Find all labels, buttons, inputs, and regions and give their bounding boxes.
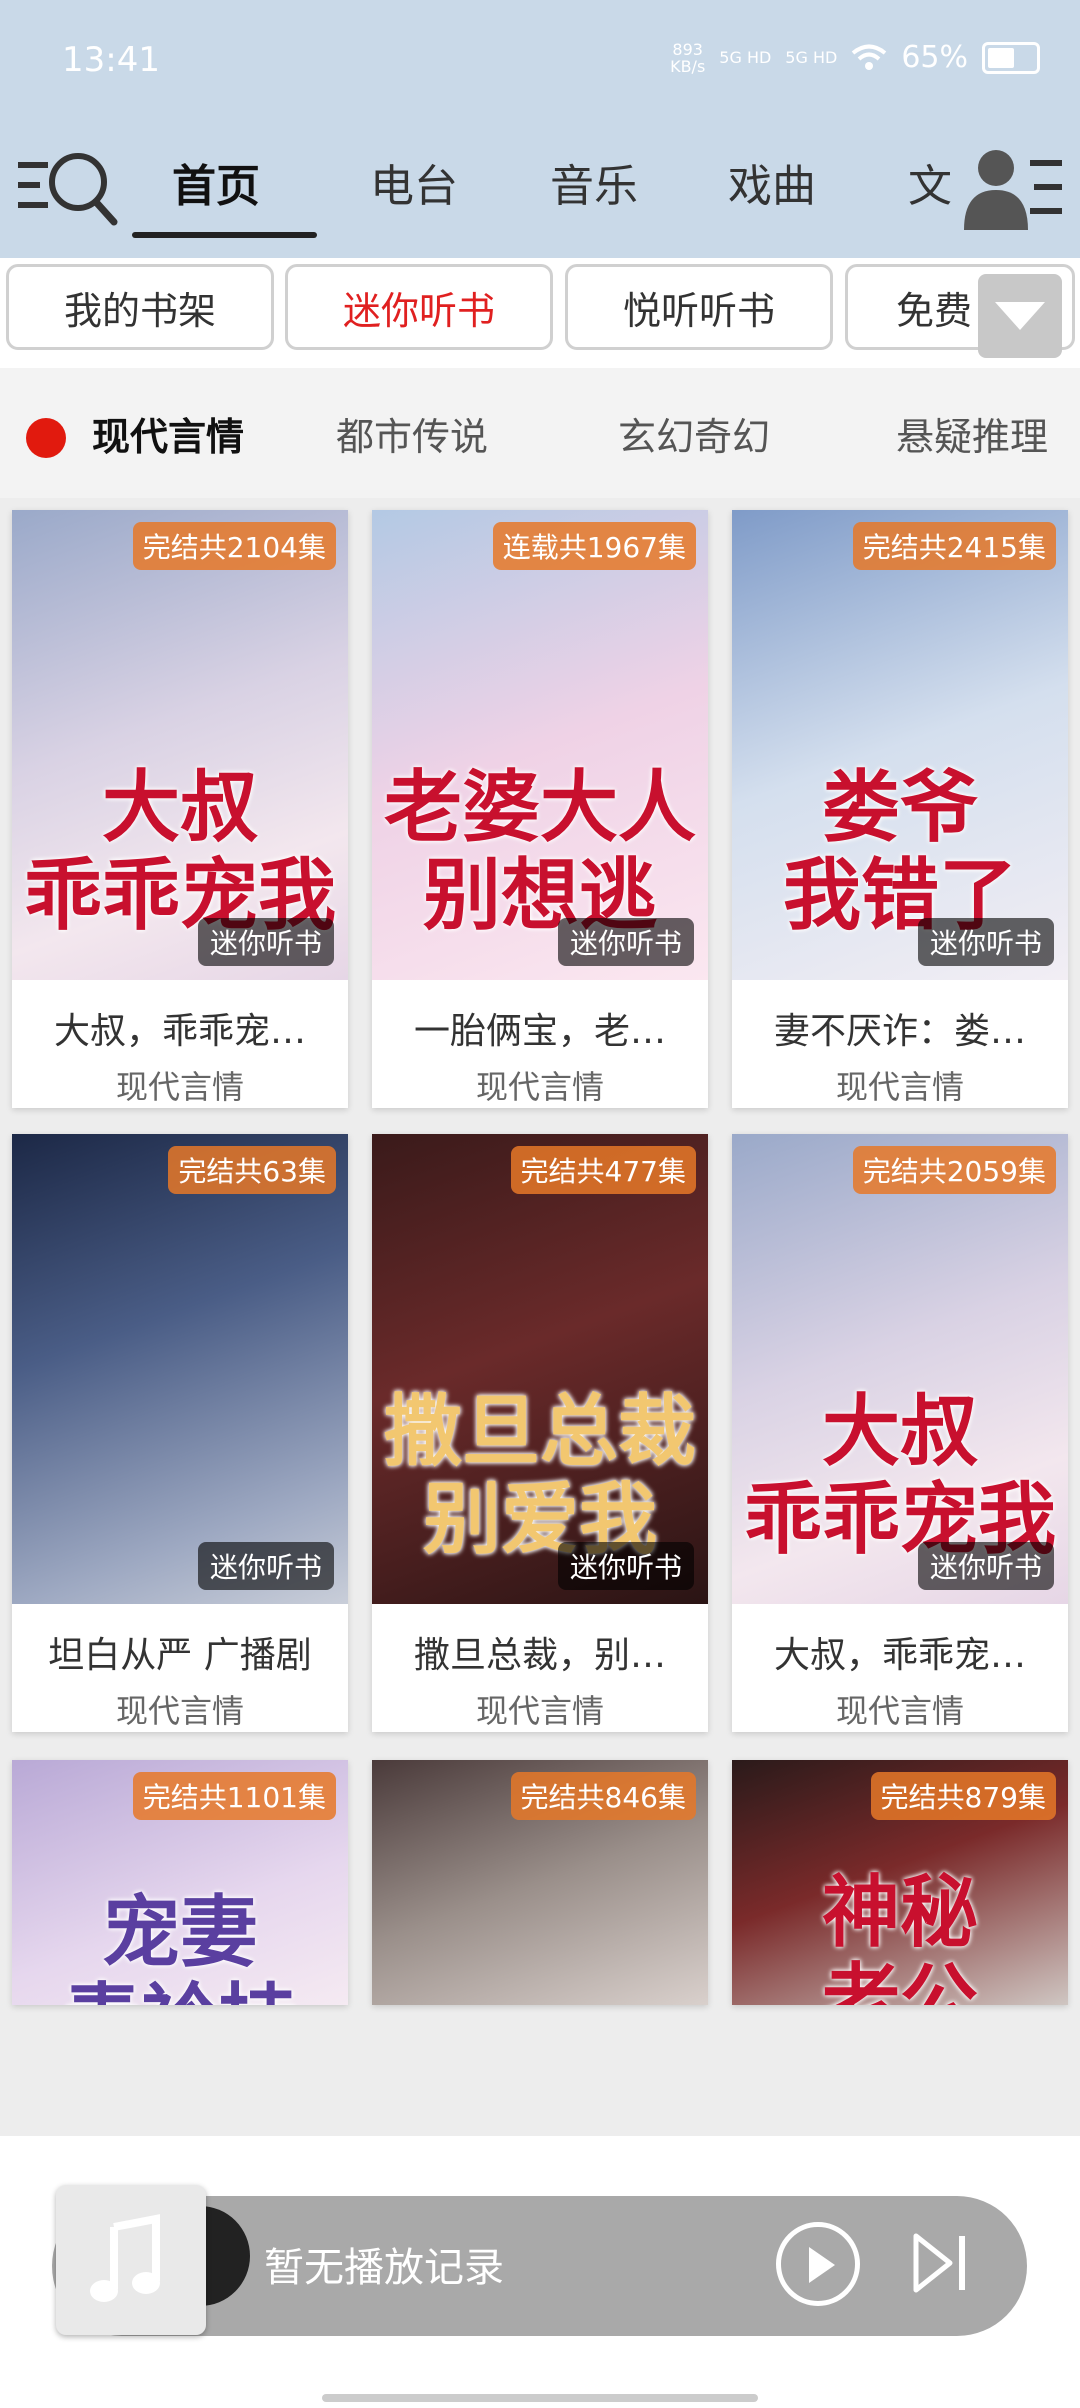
- book-card[interactable]: 老婆大人 别想逃 连载共1967集 迷你听书 一胎俩宝，老… 现代言情: [372, 510, 708, 1108]
- book-title: 坦白从严 广播剧: [48, 1635, 312, 1676]
- book-cover: 撒旦总裁 别爱我 完结共477集 迷你听书: [372, 1134, 708, 1604]
- home-indicator: [322, 2394, 758, 2402]
- book-title: 妻不厌诈：娄…: [773, 1011, 1026, 1052]
- book-cover: 大叔 乖乖宠我 完结共2059集 迷你听书: [732, 1134, 1068, 1604]
- book-genre: 现代言情: [835, 1692, 964, 1730]
- book-genre: 现代言情: [115, 1692, 244, 1730]
- chevron-down-icon[interactable]: [978, 274, 1062, 358]
- category-fantasy[interactable]: 玄幻奇幻: [618, 406, 770, 461]
- source-badge: 迷你听书: [917, 918, 1054, 966]
- battery-percent: 65%: [901, 40, 968, 75]
- tab-literature[interactable]: 文: [908, 150, 952, 214]
- cover-title: 娄爷 我错了: [782, 762, 1017, 941]
- cover-title: 撒旦总裁 别爱我: [383, 1386, 696, 1565]
- source-badge: 迷你听书: [557, 918, 694, 966]
- category-mystery[interactable]: 悬疑推理: [896, 406, 1048, 461]
- user-menu-icon[interactable]: [950, 140, 1070, 230]
- tab-opera[interactable]: 戏曲: [728, 150, 816, 214]
- book-cover: 娄爷 我错了 完结共2415集 迷你听书: [732, 510, 1068, 980]
- book-title: 大叔，乖乖宠…: [773, 1635, 1026, 1676]
- category-urban-legend[interactable]: 都市传说: [336, 406, 488, 461]
- header: 13:41 893 KB/s 5G HD 5G HD 65% 首页 电台 音乐 …: [0, 0, 1080, 258]
- episode-badge: 完结共477集: [510, 1146, 696, 1194]
- music-note-icon: [90, 2214, 160, 2302]
- cover-title: 老婆大人 别想逃: [383, 762, 696, 941]
- source-badge: 迷你听书: [197, 1542, 334, 1590]
- book-card[interactable]: 宠妻 青衿持 完结共1101集: [12, 1760, 348, 2005]
- category-row: 现代言情 都市传说 玄幻奇幻 悬疑推理: [0, 368, 1080, 498]
- chip-my-bookshelf[interactable]: 我的书架: [6, 264, 274, 350]
- menu-search-icon[interactable]: [14, 140, 124, 230]
- book-cover: 老婆大人 别想逃 连载共1967集 迷你听书: [372, 510, 708, 980]
- book-cover: 完结共63集 迷你听书: [12, 1134, 348, 1604]
- book-cover: 宠妻 青衿持 完结共1101集: [12, 1760, 348, 2005]
- book-cover: 神秘 老公 完结共879集: [732, 1760, 1068, 2005]
- episode-badge: 完结共1101集: [132, 1772, 336, 1820]
- book-title: 一胎俩宝，老…: [413, 1011, 666, 1052]
- book-card[interactable]: 大叔 乖乖宠我 完结共2104集 迷你听书 大叔，乖乖宠… 现代言情: [12, 510, 348, 1108]
- signal-1-icon: 5G HD: [719, 48, 772, 67]
- battery-icon: [982, 41, 1040, 74]
- book-card[interactable]: 神秘 老公 完结共879集: [732, 1760, 1068, 2005]
- status-bar: 13:41 893 KB/s 5G HD 5G HD 65%: [0, 0, 1080, 120]
- tab-music[interactable]: 音乐: [550, 150, 638, 214]
- next-track-icon[interactable]: [910, 2230, 970, 2296]
- play-icon[interactable]: [776, 2222, 860, 2306]
- book-card[interactable]: 撒旦总裁 别爱我 完结共477集 迷你听书 撒旦总裁，别… 现代言情: [372, 1134, 708, 1732]
- episode-badge: 完结共2104集: [132, 522, 336, 570]
- book-genre: 现代言情: [115, 1068, 244, 1106]
- tab-home[interactable]: 首页: [172, 150, 260, 214]
- book-card[interactable]: 娄爷 我错了 完结共2415集 迷你听书 妻不厌诈：娄… 现代言情: [732, 510, 1068, 1108]
- chip-row: 我的书架 迷你听书 悦听听书 免费: [0, 258, 1080, 368]
- chip-yueting-audiobook[interactable]: 悦听听书: [565, 264, 833, 350]
- cover-title: 大叔 乖乖宠我: [743, 1386, 1056, 1565]
- episode-badge: 连载共1967集: [492, 522, 696, 570]
- cover-title: 宠妻 青衿持: [63, 1887, 297, 2006]
- active-category-dot: [26, 418, 66, 458]
- player-status-text: 暂无播放记录: [264, 2245, 504, 2291]
- episode-badge: 完结共63集: [168, 1146, 336, 1194]
- book-cover: 大叔 乖乖宠我 完结共2104集 迷你听书: [12, 510, 348, 980]
- signal-2-icon: 5G HD: [785, 48, 838, 67]
- source-badge: 迷你听书: [557, 1542, 694, 1590]
- top-nav: 首页 电台 音乐 戏曲 文: [0, 140, 1080, 250]
- episode-badge: 完结共2059集: [852, 1146, 1056, 1194]
- network-speed: 893 KB/s: [670, 39, 706, 76]
- book-genre: 现代言情: [475, 1692, 604, 1730]
- episode-badge: 完结共879集: [870, 1772, 1056, 1820]
- chip-mini-audiobook[interactable]: 迷你听书: [285, 264, 553, 350]
- book-title: 撒旦总裁，别…: [413, 1635, 666, 1676]
- status-time: 13:41: [62, 40, 160, 80]
- episode-badge: 完结共846集: [510, 1772, 696, 1820]
- category-modern-romance[interactable]: 现代言情: [92, 406, 244, 461]
- tab-underline: [132, 232, 317, 238]
- wifi-icon: [852, 44, 887, 70]
- book-genre: 现代言情: [475, 1068, 604, 1106]
- book-card[interactable]: 完结共63集 迷你听书 坦白从严 广播剧 现代言情: [12, 1134, 348, 1732]
- cover-title: 神秘 老公: [821, 1867, 978, 2006]
- tab-radio[interactable]: 电台: [370, 150, 458, 214]
- source-badge: 迷你听书: [917, 1542, 1054, 1590]
- book-genre: 现代言情: [835, 1068, 964, 1106]
- book-card[interactable]: 大叔 乖乖宠我 完结共2059集 迷你听书 大叔，乖乖宠… 现代言情: [732, 1134, 1068, 1732]
- album-art[interactable]: [56, 2185, 206, 2335]
- cover-title: 大叔 乖乖宠我: [23, 762, 336, 941]
- status-indicators: 893 KB/s 5G HD 5G HD 65%: [670, 40, 1040, 75]
- source-badge: 迷你听书: [197, 918, 334, 966]
- book-cover: 完结共846集: [372, 1760, 708, 2005]
- episode-badge: 完结共2415集: [852, 522, 1056, 570]
- book-card[interactable]: 完结共846集: [372, 1760, 708, 2005]
- book-title: 大叔，乖乖宠…: [53, 1011, 306, 1052]
